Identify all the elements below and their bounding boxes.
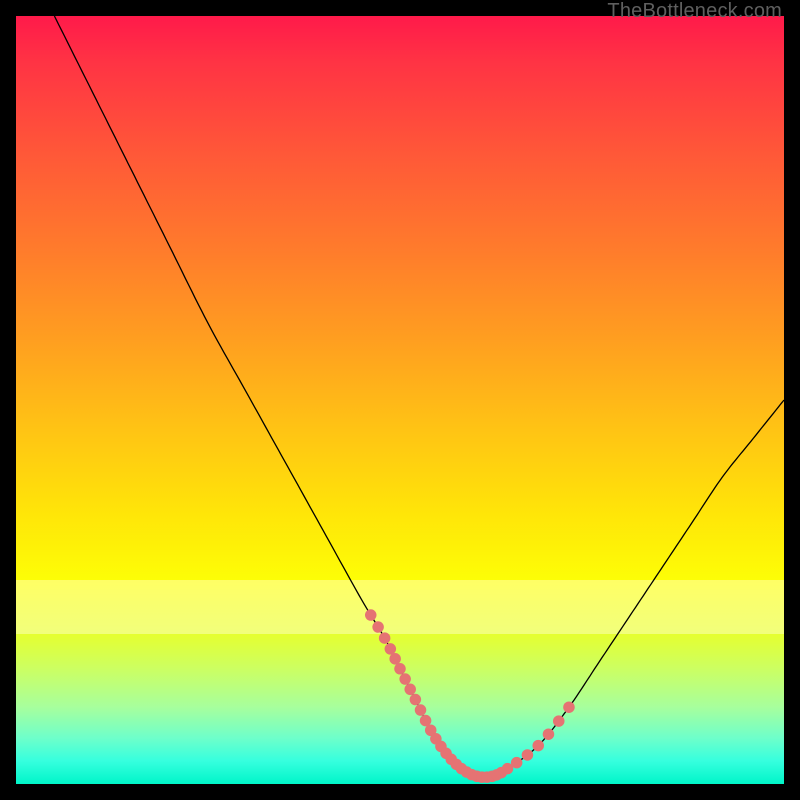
curve-marker-dot (385, 643, 397, 655)
curve-marker-dot (372, 621, 384, 633)
curve-marker-dot (563, 701, 575, 713)
bottleneck-curve-path (54, 16, 784, 777)
watermark-text: TheBottleneck.com (607, 0, 782, 23)
chart-frame: TheBottleneck.com (0, 0, 800, 800)
plot-area (16, 16, 784, 784)
curve-marker-dot (511, 757, 523, 769)
curve-marker-dot (365, 609, 377, 621)
curve-marker-dot (399, 673, 411, 685)
curve-marker-dot (379, 632, 391, 644)
curve-svg (16, 16, 784, 784)
curve-marker-dot (389, 653, 401, 665)
curve-marker-dot (410, 694, 422, 706)
curve-marker-dot (532, 740, 544, 752)
curve-marker-dot (404, 684, 416, 696)
curve-marker-dot (543, 728, 555, 740)
curve-marker-dot (553, 715, 565, 727)
curve-markers (365, 609, 575, 783)
curve-marker-dot (394, 663, 406, 675)
curve-marker-dot (415, 704, 427, 716)
curve-marker-dot (522, 749, 534, 761)
